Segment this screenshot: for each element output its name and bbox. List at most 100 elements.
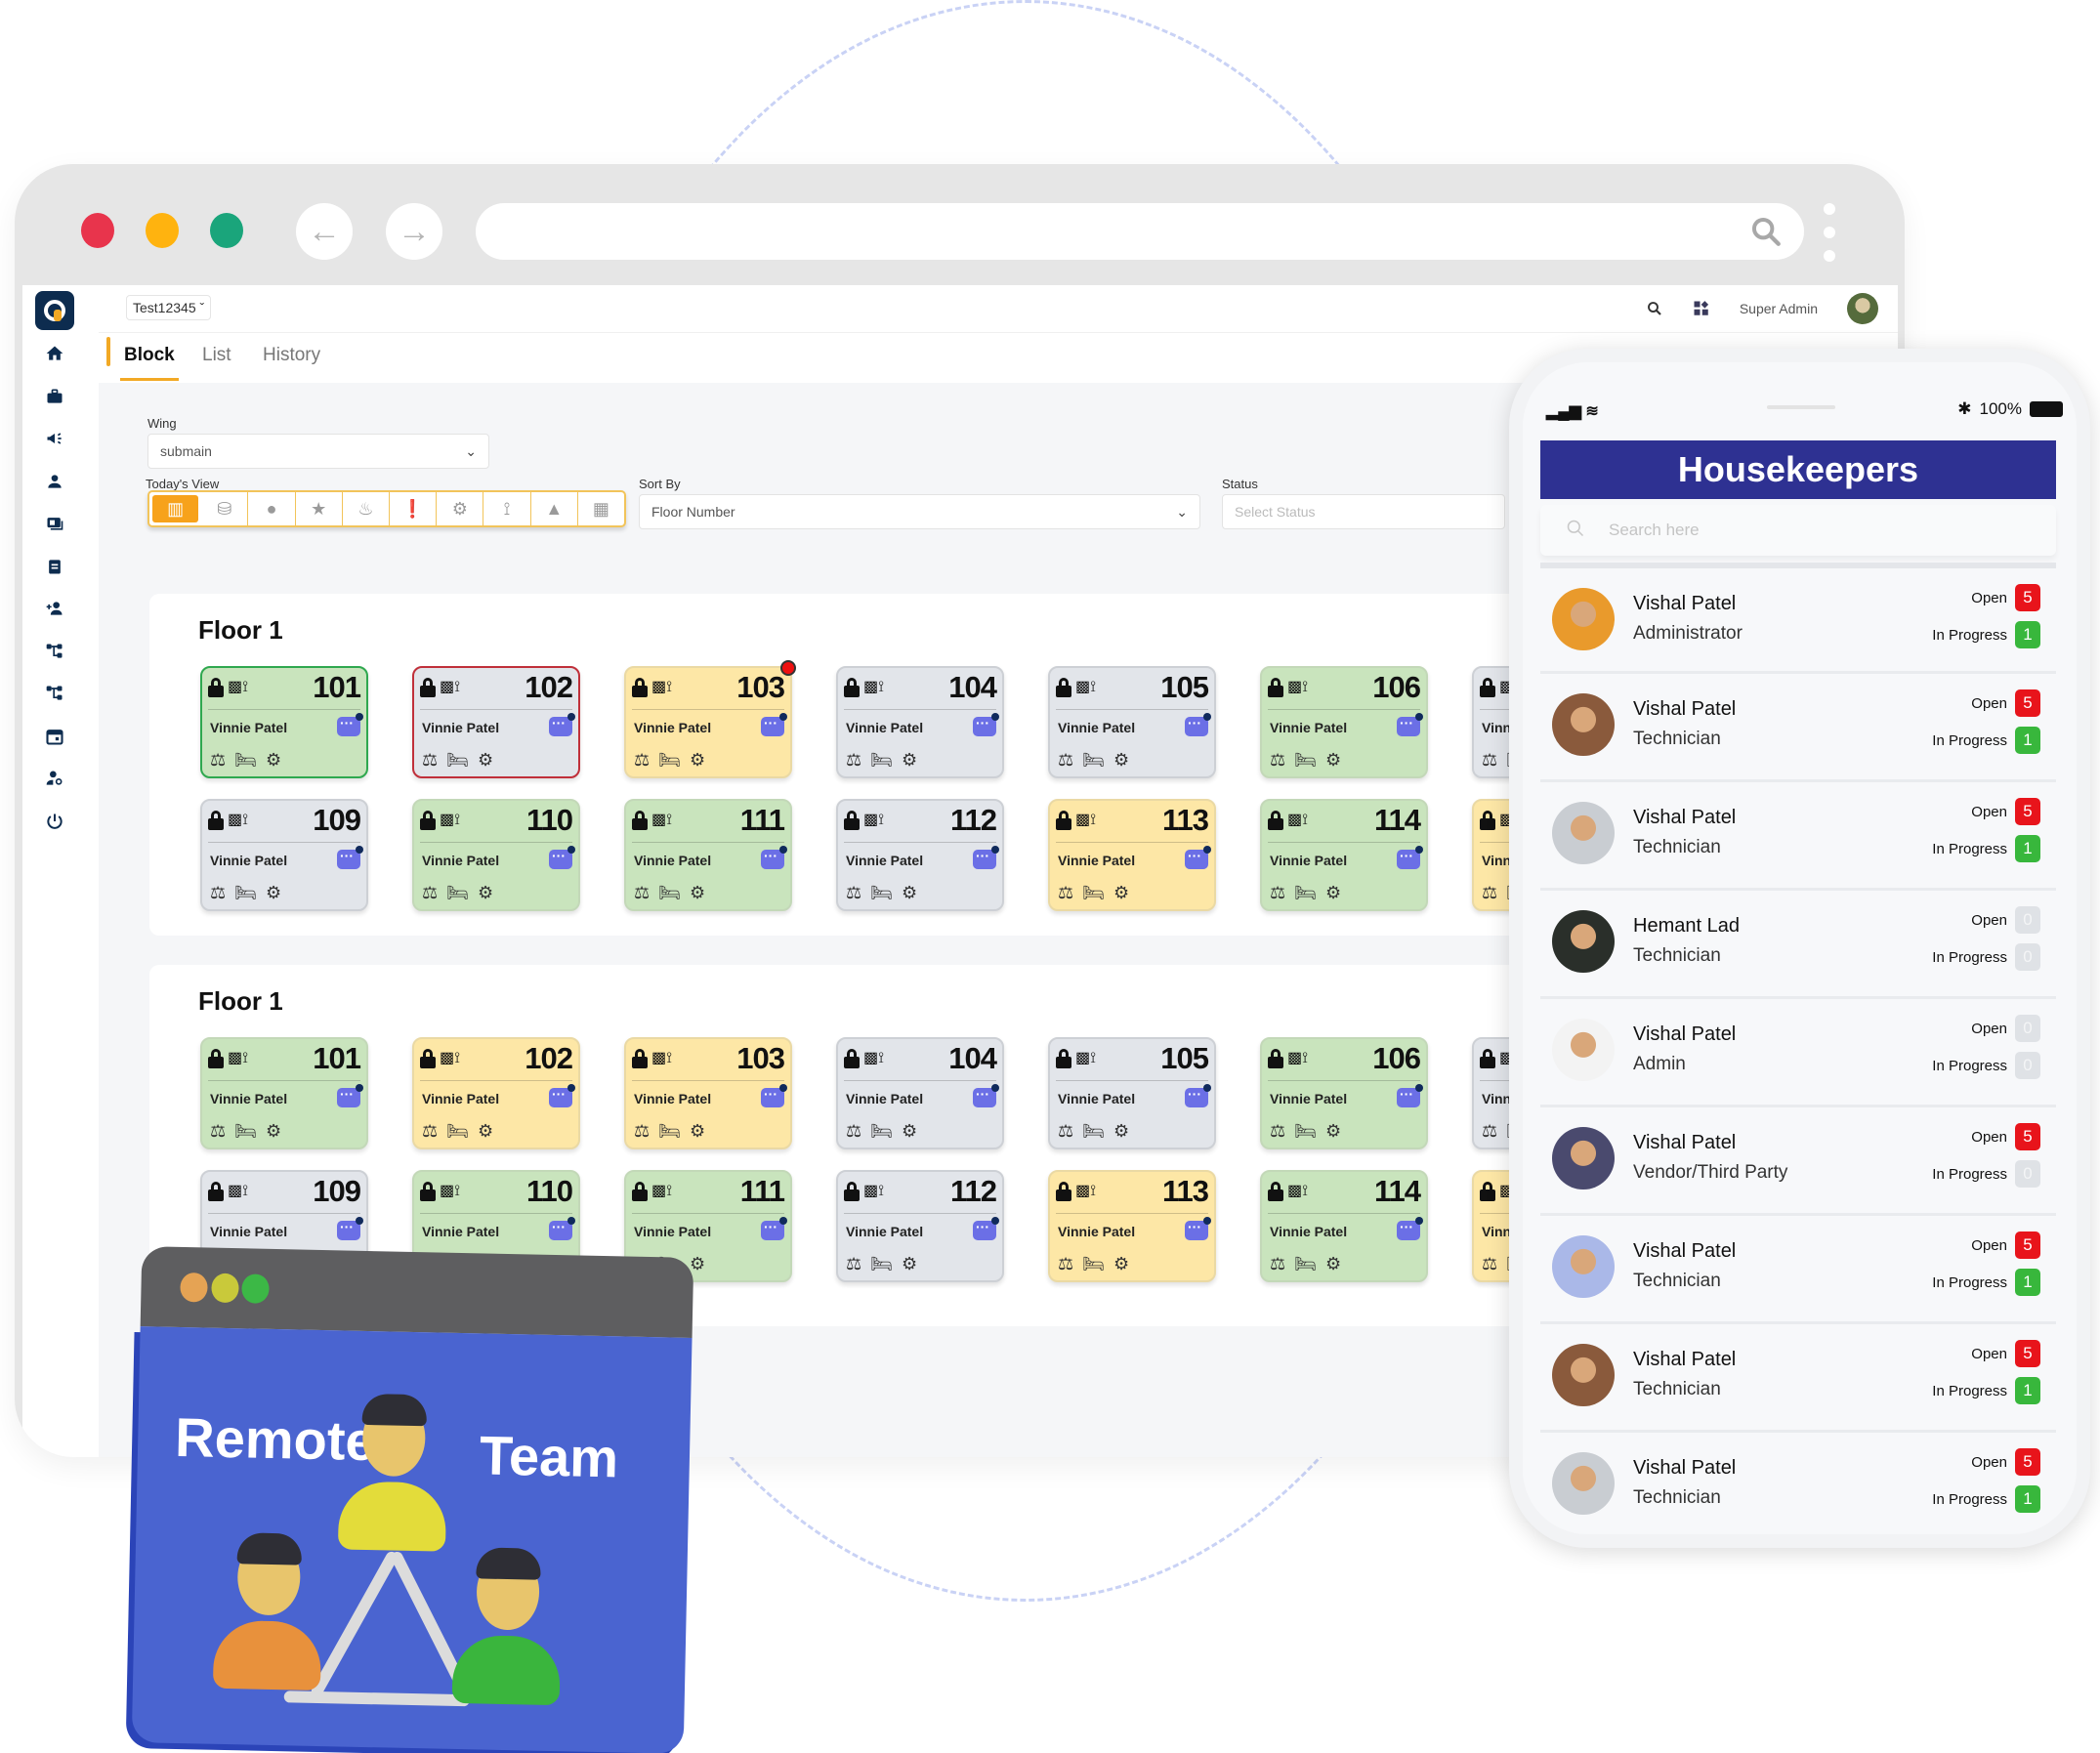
room-card[interactable]: ▩⟟ 103 Vinnie Patel ⚖ 🛏︎ ⚙: [624, 1037, 792, 1149]
chat-icon[interactable]: [761, 1084, 787, 1107]
apps-grid-icon[interactable]: [1693, 300, 1710, 317]
chat-icon[interactable]: [337, 1084, 363, 1107]
search-icon[interactable]: [1646, 300, 1663, 317]
chat-icon[interactable]: [549, 1084, 575, 1107]
chat-icon[interactable]: [1397, 1217, 1423, 1240]
housekeeper-item[interactable]: Vishal Patel Admin Open 0 In Progress 0: [1540, 996, 2056, 1105]
housekeeper-item[interactable]: Vishal Patel Technician Open 5 In Progress 1: [1540, 1430, 2056, 1534]
room-card[interactable]: ▩⟟ 106 Vinnie Patel ⚖ 🛏︎ ⚙: [1260, 666, 1428, 778]
chat-icon[interactable]: [973, 1084, 999, 1107]
room-card[interactable]: ▩⟟ 111 Vinnie Patel ⚖ 🛏︎ ⚙: [624, 799, 792, 911]
room-card[interactable]: ▩⟟ 104 Vinnie Patel ⚖ 🛏︎ ⚙: [836, 666, 1004, 778]
chat-icon[interactable]: [1185, 713, 1211, 736]
forward-button[interactable]: →: [386, 203, 442, 260]
in-progress-count-badge: 1: [2015, 1485, 2040, 1513]
sidebar-item-hierarchy-2[interactable]: [41, 680, 68, 707]
housekeeper-item[interactable]: Vishal Patel Technician Open 5 In Progress 1: [1540, 779, 2056, 888]
room-card[interactable]: ▩⟟ 101 Vinnie Patel ⚖ 🛏︎ ⚙: [200, 666, 368, 778]
view-filter-building[interactable]: ▥: [152, 495, 199, 522]
view-filter-chat-bubble[interactable]: ●: [248, 492, 296, 525]
window-minimize-dot[interactable]: [146, 213, 179, 248]
sidebar-item-clipboard[interactable]: [41, 553, 68, 580]
sidebar-item-home[interactable]: [41, 340, 68, 367]
chat-icon[interactable]: [761, 846, 787, 869]
sidebar-item-cards[interactable]: [41, 510, 68, 537]
view-filter-service-bell[interactable]: ♨: [343, 492, 391, 525]
chat-icon[interactable]: [549, 713, 575, 736]
housekeeper-item[interactable]: Vishal Patel Technician Open 5 In Progress 1: [1540, 1213, 2056, 1321]
housekeeper-item[interactable]: Vishal Patel Technician Open 5 In Progress 1: [1540, 1321, 2056, 1430]
room-number: 112: [949, 803, 997, 837]
chat-icon[interactable]: [549, 1217, 575, 1240]
view-filter-exclamation[interactable]: ❗: [390, 492, 438, 525]
room-card[interactable]: ▩⟟ 110 Vinnie Patel ⚖ 🛏︎ ⚙: [412, 799, 580, 911]
tab-list[interactable]: List: [198, 341, 235, 378]
room-card[interactable]: ▩⟟ 109 Vinnie Patel ⚖ 🛏︎ ⚙: [200, 799, 368, 911]
room-card[interactable]: ▩⟟ 103 Vinnie Patel ⚖ 🛏︎ ⚙: [624, 666, 792, 778]
chat-icon[interactable]: [1397, 846, 1423, 869]
chat-icon[interactable]: [761, 713, 787, 736]
window-close-dot[interactable]: [81, 213, 114, 248]
room-card[interactable]: ▩⟟ 113 Vinnie Patel ⚖ 🛏︎ ⚙: [1048, 1170, 1216, 1282]
room-card[interactable]: ▩⟟ 114 Vinnie Patel ⚖ 🛏︎ ⚙: [1260, 799, 1428, 911]
room-card[interactable]: ▩⟟ 106 Vinnie Patel ⚖ 🛏︎ ⚙: [1260, 1037, 1428, 1149]
chat-icon[interactable]: [1397, 1084, 1423, 1107]
sort-by-select[interactable]: Floor Number ⌄: [639, 494, 1200, 529]
housekeeper-search-input[interactable]: Search here: [1540, 505, 2056, 556]
chat-icon[interactable]: [973, 1217, 999, 1240]
room-card[interactable]: ▩⟟ 102 Vinnie Patel ⚖ 🛏︎ ⚙: [412, 1037, 580, 1149]
chat-icon[interactable]: [1185, 846, 1211, 869]
view-filter-lost-found[interactable]: ▦: [578, 492, 624, 525]
app-logo[interactable]: [35, 291, 74, 330]
sidebar-item-logout[interactable]: [41, 808, 68, 835]
project-selector[interactable]: Test12345 ˇ: [126, 295, 212, 320]
chat-icon[interactable]: [337, 846, 363, 869]
chat-icon[interactable]: [1185, 1084, 1211, 1107]
view-filter-warning[interactable]: ▲: [531, 492, 578, 525]
room-card[interactable]: ▩⟟ 112 Vinnie Patel ⚖ 🛏︎ ⚙: [836, 1170, 1004, 1282]
room-card[interactable]: ▩⟟ 112 Vinnie Patel ⚖ 🛏︎ ⚙: [836, 799, 1004, 911]
sidebar-item-hierarchy-1[interactable]: [41, 638, 68, 665]
back-button[interactable]: ←: [296, 203, 353, 260]
housekeeper-item[interactable]: Vishal Patel Technician Open 5 In Progress 1: [1540, 671, 2056, 779]
room-card[interactable]: ▩⟟ 102 Vinnie Patel ⚖ 🛏︎ ⚙: [412, 666, 580, 778]
room-card[interactable]: ▩⟟ 114 Vinnie Patel ⚖ 🛏︎ ⚙: [1260, 1170, 1428, 1282]
sidebar-item-announcements[interactable]: [41, 425, 68, 452]
sidebar-item-user[interactable]: [41, 468, 68, 495]
chat-icon[interactable]: [549, 846, 575, 869]
window-maximize-dot[interactable]: [210, 213, 243, 248]
user-avatar[interactable]: [1847, 293, 1878, 324]
room-card[interactable]: ▩⟟ 101 Vinnie Patel ⚖ 🛏︎ ⚙: [200, 1037, 368, 1149]
room-card[interactable]: ▩⟟ 104 Vinnie Patel ⚖ 🛏︎ ⚙: [836, 1037, 1004, 1149]
chat-icon[interactable]: [337, 1217, 363, 1240]
view-filter-rating-thumbs-up[interactable]: ★: [296, 492, 343, 525]
kebab-menu-icon[interactable]: [1824, 203, 1835, 262]
tab-block[interactable]: Block: [120, 341, 179, 381]
sidebar-item-calendar[interactable]: [41, 723, 68, 750]
chat-icon[interactable]: [973, 713, 999, 736]
housekeeper-item[interactable]: Hemant Lad Technician Open 0 In Progress 0: [1540, 888, 2056, 996]
chat-icon[interactable]: [973, 846, 999, 869]
room-card[interactable]: ▩⟟ 105 Vinnie Patel ⚖ 🛏︎ ⚙: [1048, 1037, 1216, 1149]
chat-icon[interactable]: [1185, 1217, 1211, 1240]
chat-icon[interactable]: [337, 713, 363, 736]
sidebar-item-user-settings[interactable]: [41, 765, 68, 792]
view-filter-money-hand[interactable]: ⛁: [201, 492, 249, 525]
status-select[interactable]: Select Status: [1222, 494, 1505, 529]
housekeeper-item[interactable]: Vishal Patel Vendor/Third Party Open 5 In Pr…: [1540, 1105, 2056, 1213]
tab-history[interactable]: History: [259, 341, 324, 378]
view-filter-broom[interactable]: ⟟: [483, 492, 531, 525]
chat-icon[interactable]: [761, 1217, 787, 1240]
sidebar-item-add-user[interactable]: [41, 595, 68, 622]
housekeeping-icon: ⚖: [846, 750, 862, 770]
address-bar[interactable]: [476, 203, 1804, 260]
wing-select[interactable]: submain ⌄: [147, 434, 489, 469]
search-icon[interactable]: [1749, 215, 1783, 248]
view-filter-maintenance-gear[interactable]: ⚙: [437, 492, 484, 525]
sidebar-item-briefcase[interactable]: [41, 383, 68, 410]
housekeeper-item[interactable]: Vishal Patel Administrator Open 5 In Progres…: [1540, 563, 2056, 671]
user-name[interactable]: Super Admin: [1740, 301, 1818, 316]
room-card[interactable]: ▩⟟ 113 Vinnie Patel ⚖ 🛏︎ ⚙: [1048, 799, 1216, 911]
chat-icon[interactable]: [1397, 713, 1423, 736]
room-card[interactable]: ▩⟟ 105 Vinnie Patel ⚖ 🛏︎ ⚙: [1048, 666, 1216, 778]
